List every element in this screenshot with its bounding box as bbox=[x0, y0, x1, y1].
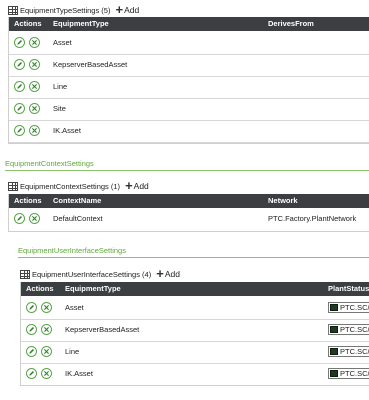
equipment-ui-table-header: Actions EquipmentType PlantStatusF bbox=[21, 282, 369, 296]
section-divider bbox=[18, 257, 369, 258]
plant-status-field[interactable]: PTC.SC/ bbox=[328, 324, 369, 335]
edit-pencil-icon[interactable] bbox=[14, 103, 25, 114]
status-swatch-icon bbox=[330, 370, 338, 377]
table-row[interactable]: Asset PTC.SC/ bbox=[21, 297, 369, 320]
delete-x-icon[interactable] bbox=[41, 324, 52, 335]
equipment-type-cell: Asset bbox=[65, 303, 84, 312]
plus-icon: + bbox=[156, 266, 164, 281]
edit-pencil-icon[interactable] bbox=[14, 37, 25, 48]
col-actions: Actions bbox=[14, 196, 42, 205]
section-divider bbox=[5, 170, 369, 171]
col-network: Network bbox=[268, 196, 298, 205]
delete-x-icon[interactable] bbox=[41, 368, 52, 379]
delete-x-icon[interactable] bbox=[29, 37, 40, 48]
equipment-context-section-heading: EquipmentContextSettings bbox=[5, 159, 94, 168]
equipment-type-cell: IK.Asset bbox=[53, 126, 81, 135]
network-cell: PTC.Factory.PlantNetwork bbox=[268, 214, 357, 223]
plant-status-value: PTC.SC/ bbox=[340, 369, 369, 378]
col-plant-status: PlantStatusF bbox=[328, 284, 369, 293]
equipment-context-table-header: Actions ContextName Network bbox=[9, 194, 369, 208]
edit-pencil-icon[interactable] bbox=[26, 346, 37, 357]
add-label: Add bbox=[164, 269, 180, 279]
plant-status-field[interactable]: PTC.SC/ bbox=[328, 346, 369, 357]
equipment-ui-settings-header: EquipmentUserInterfaceSettings (4) + Add bbox=[20, 266, 180, 281]
edit-pencil-icon[interactable] bbox=[14, 59, 25, 70]
add-equipment-type-button[interactable]: + Add bbox=[115, 2, 140, 17]
edit-pencil-icon[interactable] bbox=[14, 213, 25, 224]
col-actions: Actions bbox=[26, 284, 54, 293]
table-row[interactable]: KepserverBasedAsset bbox=[9, 54, 369, 77]
status-swatch-icon bbox=[330, 348, 338, 355]
delete-x-icon[interactable] bbox=[41, 346, 52, 357]
delete-x-icon[interactable] bbox=[41, 302, 52, 313]
table-row[interactable]: Asset bbox=[9, 32, 369, 55]
plant-status-value: PTC.SC/ bbox=[340, 347, 369, 356]
equipment-type-cell: Asset bbox=[53, 38, 72, 47]
col-context-name: ContextName bbox=[53, 196, 102, 205]
edit-pencil-icon[interactable] bbox=[26, 324, 37, 335]
edit-pencil-icon[interactable] bbox=[14, 125, 25, 136]
plus-icon: + bbox=[115, 2, 124, 17]
table-row[interactable]: KepserverBasedAsset PTC.SC/ bbox=[21, 319, 369, 342]
table-row[interactable]: IK.Asset PTC.SC/ bbox=[21, 363, 369, 385]
table-grid-icon bbox=[8, 5, 18, 15]
table-row[interactable]: Site bbox=[9, 98, 369, 121]
table-row[interactable]: IK.Asset bbox=[9, 120, 369, 143]
equipment-ui-section-heading: EquipmentUserInterfaceSettings bbox=[18, 246, 126, 255]
table-row[interactable]: DefaultContext PTC.Factory.PlantNetwork bbox=[9, 208, 369, 230]
table-grid-icon bbox=[8, 181, 18, 191]
plus-icon: + bbox=[125, 178, 133, 193]
edit-pencil-icon[interactable] bbox=[26, 302, 37, 313]
status-swatch-icon bbox=[330, 304, 338, 311]
edit-pencil-icon[interactable] bbox=[26, 368, 37, 379]
equipment-type-settings-title: EquipmentTypeSettings (5) bbox=[20, 5, 111, 15]
plant-status-field[interactable]: PTC.SC/ bbox=[328, 368, 369, 379]
col-equipment-type: EquipmentType bbox=[65, 284, 121, 293]
equipment-context-settings-title: EquipmentContextSettings (1) bbox=[20, 181, 121, 191]
col-equipment-type: EquipmentType bbox=[53, 19, 109, 28]
add-equipment-context-button[interactable]: + Add bbox=[125, 178, 149, 193]
edit-pencil-icon[interactable] bbox=[14, 81, 25, 92]
equipment-context-settings-header: EquipmentContextSettings (1) + Add bbox=[8, 178, 149, 193]
equipment-type-cell: Line bbox=[65, 347, 80, 356]
col-derives-from: DerivesFrom bbox=[268, 19, 314, 28]
table-row[interactable]: Line PTC.SC/ bbox=[21, 341, 369, 364]
plant-status-value: PTC.SC/ bbox=[340, 325, 369, 334]
table-grid-icon bbox=[20, 269, 30, 279]
equipment-type-cell: Site bbox=[53, 104, 66, 113]
equipment-type-settings-header: EquipmentTypeSettings (5) + Add bbox=[8, 2, 140, 17]
equipment-type-cell: KepserverBasedAsset bbox=[53, 60, 128, 69]
add-equipment-ui-button[interactable]: + Add bbox=[156, 266, 180, 281]
table-row[interactable]: Line bbox=[9, 76, 369, 99]
delete-x-icon[interactable] bbox=[29, 103, 40, 114]
equipment-type-table-header: Actions EquipmentType DerivesFrom bbox=[9, 17, 369, 31]
delete-x-icon[interactable] bbox=[29, 81, 40, 92]
add-label: Add bbox=[124, 5, 140, 15]
delete-x-icon[interactable] bbox=[29, 213, 40, 224]
plant-status-field[interactable]: PTC.SC/ bbox=[328, 302, 369, 313]
add-label: Add bbox=[133, 181, 149, 191]
delete-x-icon[interactable] bbox=[29, 59, 40, 70]
equipment-type-cell: KepserverBasedAsset bbox=[65, 325, 140, 334]
equipment-type-cell: Line bbox=[53, 82, 68, 91]
equipment-type-cell: IK.Asset bbox=[65, 369, 93, 378]
delete-x-icon[interactable] bbox=[29, 125, 40, 136]
plant-status-value: PTC.SC/ bbox=[340, 303, 369, 312]
col-actions: Actions bbox=[14, 19, 42, 28]
equipment-ui-settings-title: EquipmentUserInterfaceSettings (4) bbox=[32, 269, 152, 279]
status-swatch-icon bbox=[330, 326, 338, 333]
context-name-cell: DefaultContext bbox=[53, 214, 103, 223]
